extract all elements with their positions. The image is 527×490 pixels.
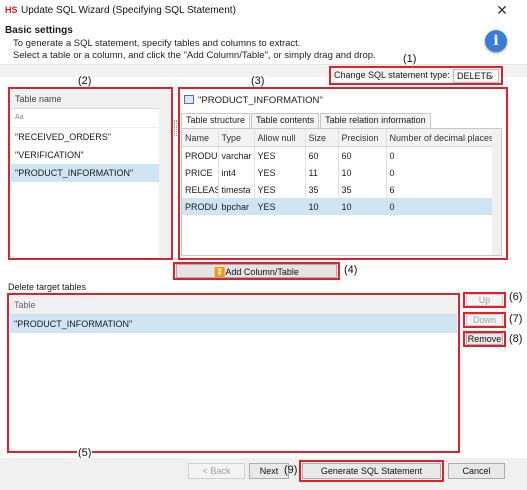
cell: RELEASE	[182, 181, 219, 198]
description-line-1: To generate a SQL statement, specify tab…	[13, 38, 301, 49]
info-icon[interactable]: i	[485, 30, 507, 52]
cell: bpchar	[218, 198, 255, 215]
column-header[interactable]: Precision	[338, 129, 387, 147]
chevron-down-icon: ⌄	[487, 70, 495, 80]
cancel-button[interactable]: Cancel	[448, 463, 505, 479]
cell: varchar	[218, 146, 255, 164]
structure-grid: Name Type Allow null Size Precision Numb…	[181, 128, 502, 256]
sql-type-dropdown[interactable]: DELETE ⌄	[453, 69, 499, 83]
cell: 0	[386, 164, 494, 181]
cell: YES	[254, 146, 306, 164]
cell: 6	[386, 181, 494, 198]
cell: 60	[338, 146, 387, 164]
tab-table-structure[interactable]: Table structure	[181, 113, 251, 128]
callout-1: (1)	[402, 53, 418, 65]
cell: 10	[338, 164, 387, 181]
delete-targets-label: Delete target tables	[8, 282, 87, 292]
cell: PRODUC	[182, 146, 219, 164]
title-bar: HS Update SQL Wizard (Specifying SQL Sta…	[0, 0, 527, 22]
table-list-item[interactable]: "PRODUCT_INFORMATION"	[11, 164, 159, 182]
table-filter-input[interactable]: Aa	[11, 109, 159, 127]
delete-target-item[interactable]: "PRODUCT_INFORMATION"	[10, 315, 457, 333]
callout-9: (9)	[284, 464, 298, 476]
delete-targets-header: Table	[10, 296, 457, 315]
generate-sql-statement-button[interactable]: Generate SQL Statement	[302, 463, 441, 479]
callout-3: (3)	[250, 75, 266, 87]
cell: 35	[338, 181, 387, 198]
cell: PRODUC	[182, 198, 219, 215]
cell: timesta	[218, 181, 255, 198]
delete-targets-list: Table "PRODUCT_INFORMATION"	[10, 296, 457, 450]
section-title: Basic settings	[5, 25, 73, 36]
table-row[interactable]: PRODUC varchar YES 60 60 0	[182, 146, 494, 164]
close-icon[interactable]: ✕	[494, 2, 510, 18]
remove-button[interactable]: Remove	[466, 333, 503, 345]
double-arrow-down-icon: ⏬	[214, 267, 226, 277]
cell: YES	[254, 181, 306, 198]
cell: 0	[386, 198, 494, 215]
back-button[interactable]: < Back	[188, 463, 245, 479]
grid-header-row: Name Type Allow null Size Precision Numb…	[182, 129, 494, 147]
cell: YES	[254, 198, 306, 215]
up-button[interactable]: Up	[466, 294, 503, 306]
callout-2: (2)	[77, 75, 93, 87]
table-list: Table name Aa "RECEIVED_ORDERS" "VERIFIC…	[11, 90, 159, 257]
tab-table-contents[interactable]: Table contents	[251, 113, 320, 128]
cell: int4	[218, 164, 255, 181]
callout-7: (7)	[508, 313, 524, 325]
cell: YES	[254, 164, 306, 181]
splitter-handle[interactable]	[174, 120, 177, 136]
app-logo-icon: HS	[5, 5, 18, 15]
table-list-header: Table name	[11, 90, 159, 109]
column-header[interactable]: Allow null	[254, 129, 306, 147]
column-header[interactable]: Size	[305, 129, 339, 147]
table-icon	[184, 95, 194, 104]
down-button[interactable]: Down	[466, 314, 503, 326]
description-line-2: Select a table or a column, and click th…	[13, 50, 376, 61]
cell: 10	[338, 198, 387, 215]
cell: 11	[305, 164, 339, 181]
callout-6: (6)	[508, 291, 524, 303]
callout-8: (8)	[508, 333, 524, 345]
table-row[interactable]: RELEASE timesta YES 35 35 6	[182, 181, 494, 198]
grid-scrollbar[interactable]	[492, 129, 501, 255]
table-list-scrollbar[interactable]	[159, 90, 170, 257]
window-title: Update SQL Wizard (Specifying SQL Statem…	[21, 5, 236, 16]
cell: 60	[305, 146, 339, 164]
sql-type-label: Change SQL statement type:	[334, 70, 450, 80]
add-column-table-label: Add Column/Table	[225, 267, 299, 277]
table-row[interactable]: PRICE int4 YES 11 10 0	[182, 164, 494, 181]
table-row[interactable]: PRODUC bpchar YES 10 10 0	[182, 198, 494, 215]
tab-table-relation-information[interactable]: Table relation information	[320, 113, 431, 128]
table-list-item[interactable]: "RECEIVED_ORDERS"	[11, 127, 159, 146]
cell: 0	[386, 146, 494, 164]
add-column-table-button[interactable]: ⏬Add Column/Table	[176, 264, 337, 278]
table-list-item[interactable]: "VERIFICATION"	[11, 146, 159, 164]
column-header[interactable]: Name	[182, 129, 219, 147]
cell: 10	[305, 198, 339, 215]
detail-tabs: Table structure Table contents Table rel…	[181, 113, 431, 128]
detail-table-title: "PRODUCT_INFORMATION"	[198, 95, 323, 106]
cell: 35	[305, 181, 339, 198]
column-header[interactable]: Number of decimal places	[386, 129, 494, 147]
callout-4: (4)	[343, 264, 359, 276]
cell: PRICE	[182, 164, 219, 181]
column-header[interactable]: Type	[218, 129, 255, 147]
